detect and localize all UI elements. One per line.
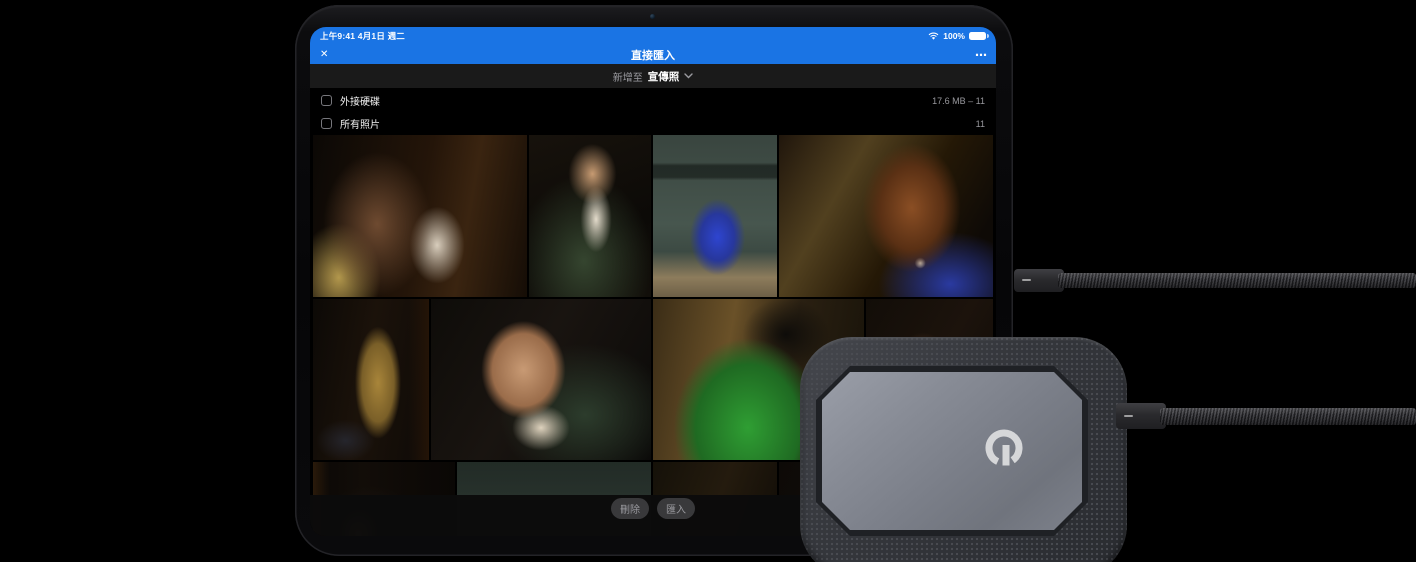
source-label: 外接硬碟 — [340, 93, 380, 108]
checkbox-all-photos[interactable] — [321, 118, 332, 129]
battery-icon — [969, 32, 986, 41]
add-to-label: 新增至 — [613, 69, 643, 84]
status-bar: 上午9:41 4月1日 週二 100% — [310, 27, 996, 45]
usb-c-cable-ipad — [1058, 273, 1416, 288]
photo-warm-light-portrait-rocks[interactable] — [779, 135, 993, 297]
source-row-all-photos[interactable]: 所有照片 11 — [310, 112, 996, 135]
ssd-metal-plate — [822, 372, 1082, 530]
usb-c-connector-ipad — [1014, 269, 1064, 292]
external-ssd-drive — [800, 337, 1127, 562]
source-list: 外接硬碟 17.6 MB – 11 所有照片 11 — [310, 88, 996, 135]
scene-background: 上午9:41 4月1日 週二 100% ✕ 直接匯入 ⋯ — [0, 0, 1416, 562]
status-time-date: 上午9:41 4月1日 週二 — [320, 30, 405, 42]
chevron-down-icon[interactable] — [684, 73, 693, 79]
source-meta: 11 — [976, 119, 985, 129]
g-drive-logo-icon — [980, 424, 1028, 472]
usb-c-connector-ssd — [1116, 403, 1166, 429]
wifi-icon — [928, 32, 939, 40]
checkbox-external-drive[interactable] — [321, 95, 332, 106]
battery-percentage: 100% — [943, 31, 965, 41]
nav-bar: ✕ 直接匯入 ⋯ — [310, 45, 996, 64]
close-icon[interactable]: ✕ — [320, 49, 328, 60]
source-label: 所有照片 — [340, 116, 380, 131]
album-selector[interactable]: 宣傳照 — [648, 69, 680, 84]
photo-blue-hoodie-green-building[interactable] — [653, 135, 777, 297]
photo-man-tan-jacket-wood-room[interactable] — [313, 135, 527, 297]
source-meta: 17.6 MB – 11 — [932, 96, 985, 106]
usb-c-cable-ssd — [1160, 408, 1416, 425]
photo-resting-head-green-leather[interactable] — [431, 299, 651, 460]
import-button[interactable]: 匯入 — [657, 498, 695, 519]
add-to-toolbar: 新增至 宣傳照 — [310, 64, 996, 88]
photo-profile-olive-shirt[interactable] — [313, 299, 429, 460]
page-title: 直接匯入 — [310, 47, 996, 63]
delete-button[interactable]: 刪除 — [611, 498, 649, 519]
source-row-external-drive[interactable]: 外接硬碟 17.6 MB – 11 — [310, 89, 996, 112]
front-camera — [650, 14, 655, 19]
photo-green-leather-coat-portrait[interactable] — [529, 135, 651, 297]
